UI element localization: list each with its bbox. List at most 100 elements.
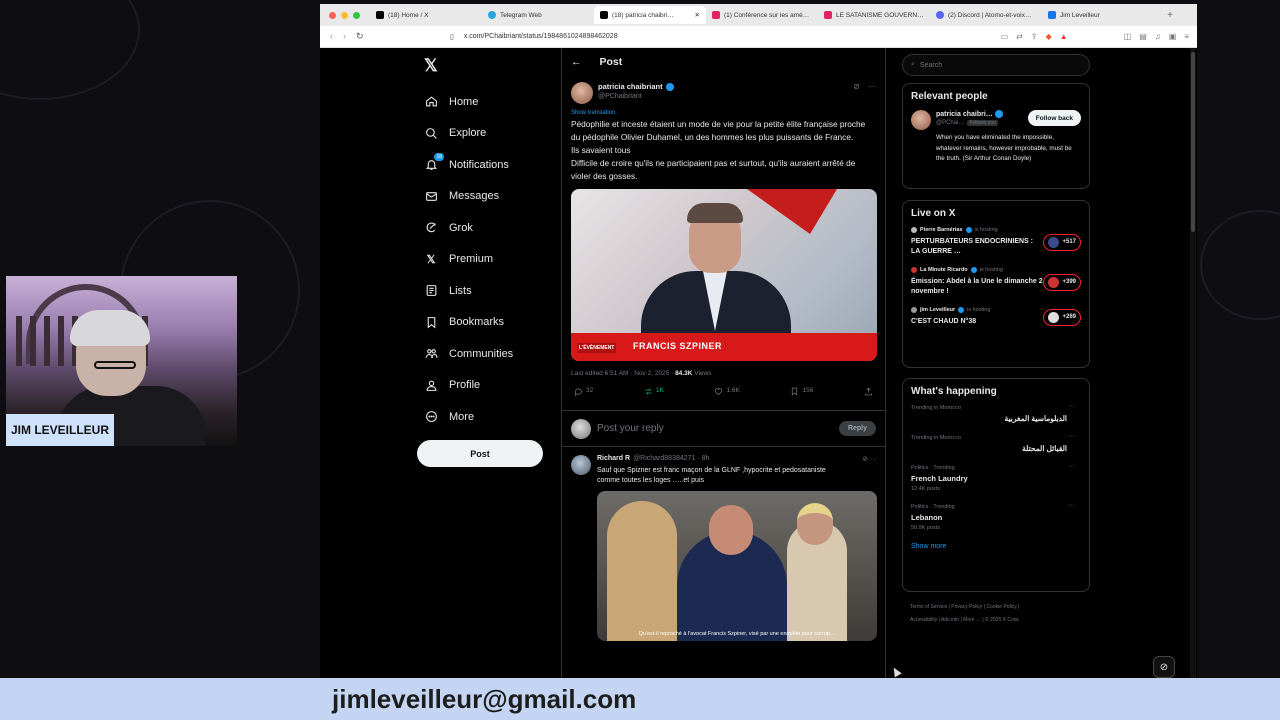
- footer-links[interactable]: Terms of Service | Privacy Policy | Cook…: [910, 601, 1088, 627]
- verified-badge-icon: [970, 267, 977, 273]
- sidebar-icon[interactable]: ▤: [1139, 32, 1147, 41]
- nav-item-home[interactable]: Home: [424, 86, 513, 118]
- repost-action[interactable]: 1K: [644, 387, 664, 410]
- reply-input[interactable]: Post your reply: [597, 423, 664, 434]
- avatar[interactable]: [911, 110, 931, 130]
- reply-author-handle[interactable]: @Richard88384271 · 8h: [633, 455, 709, 463]
- tab-favicon-icon: [936, 11, 944, 19]
- avatar[interactable]: [571, 82, 593, 104]
- page-scrollbar[interactable]: [1190, 48, 1196, 678]
- tab-favicon-icon: [600, 11, 608, 19]
- brave-shield-icon[interactable]: ◆: [1046, 32, 1052, 41]
- browser-toolbar: ▭ ⇄ ⇪ ◆ ▲ ◫ ▤ ♫ ▣ ≡: [1001, 32, 1197, 41]
- live-item[interactable]: jim Leveilleur is hosting C'EST CHAUD N°3…: [911, 307, 1081, 327]
- relevant-person-handle[interactable]: @PChai…: [936, 120, 964, 126]
- more-options-icon[interactable]: ···: [1068, 502, 1075, 509]
- more-options-icon[interactable]: ···: [1068, 433, 1075, 440]
- nav-item-more[interactable]: More: [424, 401, 513, 433]
- live-item[interactable]: Pierre Barnérias is hosting PERTURBATEURS…: [911, 227, 1081, 257]
- avatar: [911, 267, 917, 273]
- grok-chat-button[interactable]: ⊘: [1153, 656, 1175, 678]
- views-count: 84.3K: [675, 370, 693, 377]
- address-bar: ‹ › ↻ ▯ x.com/PChaibriant/status/1984861…: [320, 26, 1197, 48]
- grok-explain-icon[interactable]: ⊘: [853, 82, 860, 91]
- list-icon: [424, 284, 438, 298]
- like-action[interactable]: 1.6K: [714, 387, 740, 410]
- share-icon[interactable]: ⇪: [1031, 32, 1038, 41]
- browser-tab[interactable]: Telegram Web: [482, 6, 594, 24]
- back-arrow-icon[interactable]: ←: [571, 56, 582, 68]
- show-more-link[interactable]: Show more: [911, 543, 1081, 550]
- media-icon[interactable]: ♫: [1155, 32, 1161, 41]
- bookmark-action[interactable]: 156: [790, 387, 813, 410]
- more-options-icon[interactable]: ⊘ ···: [862, 455, 877, 463]
- trend-item[interactable]: Trending in Morocco الدبلوماسية المغربية…: [911, 403, 1081, 423]
- background-leaf-shape: [0, 0, 140, 100]
- forward-arrow-icon[interactable]: ›: [343, 31, 346, 42]
- nav-item-lists[interactable]: Lists: [424, 275, 513, 307]
- nav-item-explore[interactable]: Explore: [424, 118, 513, 150]
- wallet-icon[interactable]: ▣: [1169, 32, 1177, 41]
- notification-badge: 18: [434, 152, 444, 161]
- browser-tab[interactable]: Jim Leveilleur: [1042, 6, 1154, 24]
- rewards-icon[interactable]: ▲: [1060, 32, 1068, 41]
- relevant-person-name[interactable]: patricia chaibri…: [936, 111, 993, 118]
- back-arrow-icon[interactable]: ‹: [330, 31, 333, 42]
- reply-post[interactable]: Richard R @Richard88384271 · 8h ⊘ ··· Sauf…: [562, 447, 885, 641]
- more-options-icon[interactable]: ···: [1068, 463, 1075, 470]
- nav-item-messages[interactable]: Messages: [424, 181, 513, 213]
- trend-item[interactable]: Politics · Trending Lebanon 50.9K posts …: [911, 502, 1081, 531]
- avatar[interactable]: [571, 455, 591, 475]
- background-leaf-shape: [1200, 210, 1280, 320]
- nav-item-notifications[interactable]: 18 Notifications: [424, 149, 513, 181]
- reload-icon[interactable]: ↻: [356, 31, 364, 42]
- search-input[interactable]: Search: [920, 62, 942, 69]
- follow-back-button[interactable]: Follow back: [1027, 110, 1081, 126]
- author-name[interactable]: patricia chaibriant: [598, 82, 663, 91]
- menu-icon[interactable]: ≡: [1184, 32, 1189, 41]
- bookmark-page-icon[interactable]: ▯: [450, 33, 454, 41]
- browser-tab[interactable]: (2) Discord | Atomo-et-voix…: [930, 6, 1042, 24]
- nav-item-premium[interactable]: 𝕏 Premium: [424, 244, 513, 276]
- extensions-icon[interactable]: ◫: [1124, 32, 1132, 41]
- reply-action[interactable]: 32: [574, 387, 593, 410]
- search-box[interactable]: ⌕ Search: [902, 54, 1090, 76]
- post-meta: Last edited 6:51 AM · Nov 2, 2025 · 84.3…: [571, 370, 712, 377]
- nav-item-bookmarks[interactable]: Bookmarks: [424, 307, 513, 339]
- minimize-window-button[interactable]: [341, 11, 348, 19]
- browser-tab[interactable]: LE SATANISME GOUVERN…: [818, 6, 930, 24]
- reply-author-name[interactable]: Richard R: [597, 455, 630, 463]
- translate-icon[interactable]: ⇄: [1016, 32, 1023, 41]
- trend-item[interactable]: Trending in Morocco القبائل المحتلة ···: [911, 433, 1081, 453]
- close-window-button[interactable]: [329, 11, 336, 19]
- share-action[interactable]: [864, 387, 873, 410]
- cast-icon[interactable]: ▭: [1001, 32, 1009, 41]
- nav-item-grok[interactable]: Grok: [424, 212, 513, 244]
- trend-item[interactable]: Politics · Trending French Laundry 12.4K…: [911, 463, 1081, 492]
- browser-tab[interactable]: (1) Conférence sur les amé…: [706, 6, 818, 24]
- nav-item-profile[interactable]: Profile: [424, 370, 513, 402]
- whats-happening-card: What's happening Trending in Morocco الد…: [902, 378, 1090, 592]
- browser-tab[interactable]: (18) Home / X: [370, 6, 482, 24]
- nav-item-communities[interactable]: Communities: [424, 338, 513, 370]
- reply-image[interactable]: Qu'est-il reproché à l'avocat Francis Sz…: [597, 491, 877, 641]
- url-field[interactable]: x.com/PChaibriant/status/198486102489846…: [464, 33, 1001, 40]
- tab-favicon-icon: [824, 11, 832, 19]
- live-item[interactable]: La Minute Ricardo is hosting Émission: Ab…: [911, 267, 1081, 297]
- verified-badge-icon: [958, 307, 965, 313]
- show-translation-link[interactable]: Show translation: [562, 104, 885, 116]
- more-options-icon[interactable]: ···: [1068, 403, 1075, 410]
- close-tab-icon[interactable]: ✕: [695, 11, 700, 19]
- post-button[interactable]: Post: [417, 440, 543, 467]
- tab-favicon-icon: [1048, 11, 1056, 19]
- browser-tab-active[interactable]: (18) patricia chaibri… ✕: [594, 6, 706, 24]
- post-video[interactable]: L'ÉVÈNEMENT FRANCIS SZPINER: [571, 189, 877, 361]
- new-tab-button[interactable]: +: [1167, 10, 1173, 21]
- x-logo-icon[interactable]: 𝕏: [424, 56, 438, 76]
- grok-icon: [424, 221, 438, 235]
- maximize-window-button[interactable]: [353, 11, 360, 19]
- author-handle[interactable]: @PChaibriant: [598, 93, 674, 100]
- reply-button[interactable]: Reply: [838, 421, 876, 436]
- bell-icon: 18: [424, 152, 444, 172]
- more-options-icon[interactable]: ···: [868, 82, 876, 91]
